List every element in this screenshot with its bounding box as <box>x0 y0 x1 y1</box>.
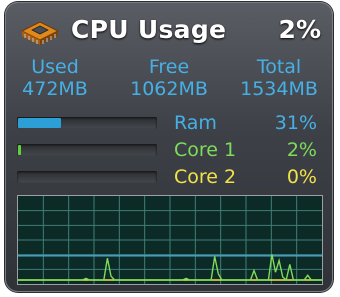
core-1-percent: 2% <box>286 139 317 161</box>
ram-bar <box>17 117 157 129</box>
memory-used: Used 472MB <box>13 56 97 100</box>
cpu-history-plot <box>18 196 322 284</box>
memory-total-value: 1534MB <box>240 78 318 100</box>
core-2-percent: 0% <box>286 166 317 188</box>
gadget-header: CPU Usage 2% <box>15 10 325 52</box>
cpu-chip-icon <box>20 21 60 45</box>
memory-free-label: Free <box>148 56 190 78</box>
core-2-label: Core 2 <box>174 166 237 188</box>
memory-used-value: 472MB <box>22 78 88 100</box>
cpu-total-percent: 2% <box>278 15 321 44</box>
memory-free: Free 1062MB <box>117 56 221 100</box>
memory-stats: Used 472MB Free 1062MB Total 1534MB <box>13 56 327 106</box>
cpu-usage-gadget: CPU Usage 2% Used 472MB Free 1062MB Tota… <box>5 2 333 292</box>
ram-percent: 31% <box>274 112 317 134</box>
core-2-bar <box>17 171 157 183</box>
meter-ram: Ram 31% <box>17 112 327 136</box>
meter-core-2: Core 2 0% <box>17 166 327 190</box>
ram-label: Ram <box>174 112 217 134</box>
meter-core-1: Core 1 2% <box>17 139 327 163</box>
gadget-title: CPU Usage <box>71 15 227 44</box>
core-1-label: Core 1 <box>174 139 237 161</box>
core-1-bar-fill <box>18 145 21 155</box>
memory-total-label: Total <box>256 56 302 78</box>
cpu-history-graph <box>17 195 323 285</box>
memory-used-label: Used <box>31 56 79 78</box>
memory-free-value: 1062MB <box>130 78 208 100</box>
memory-total: Total 1534MB <box>229 56 329 100</box>
core-1-bar <box>17 144 157 156</box>
ram-bar-fill <box>18 118 61 128</box>
